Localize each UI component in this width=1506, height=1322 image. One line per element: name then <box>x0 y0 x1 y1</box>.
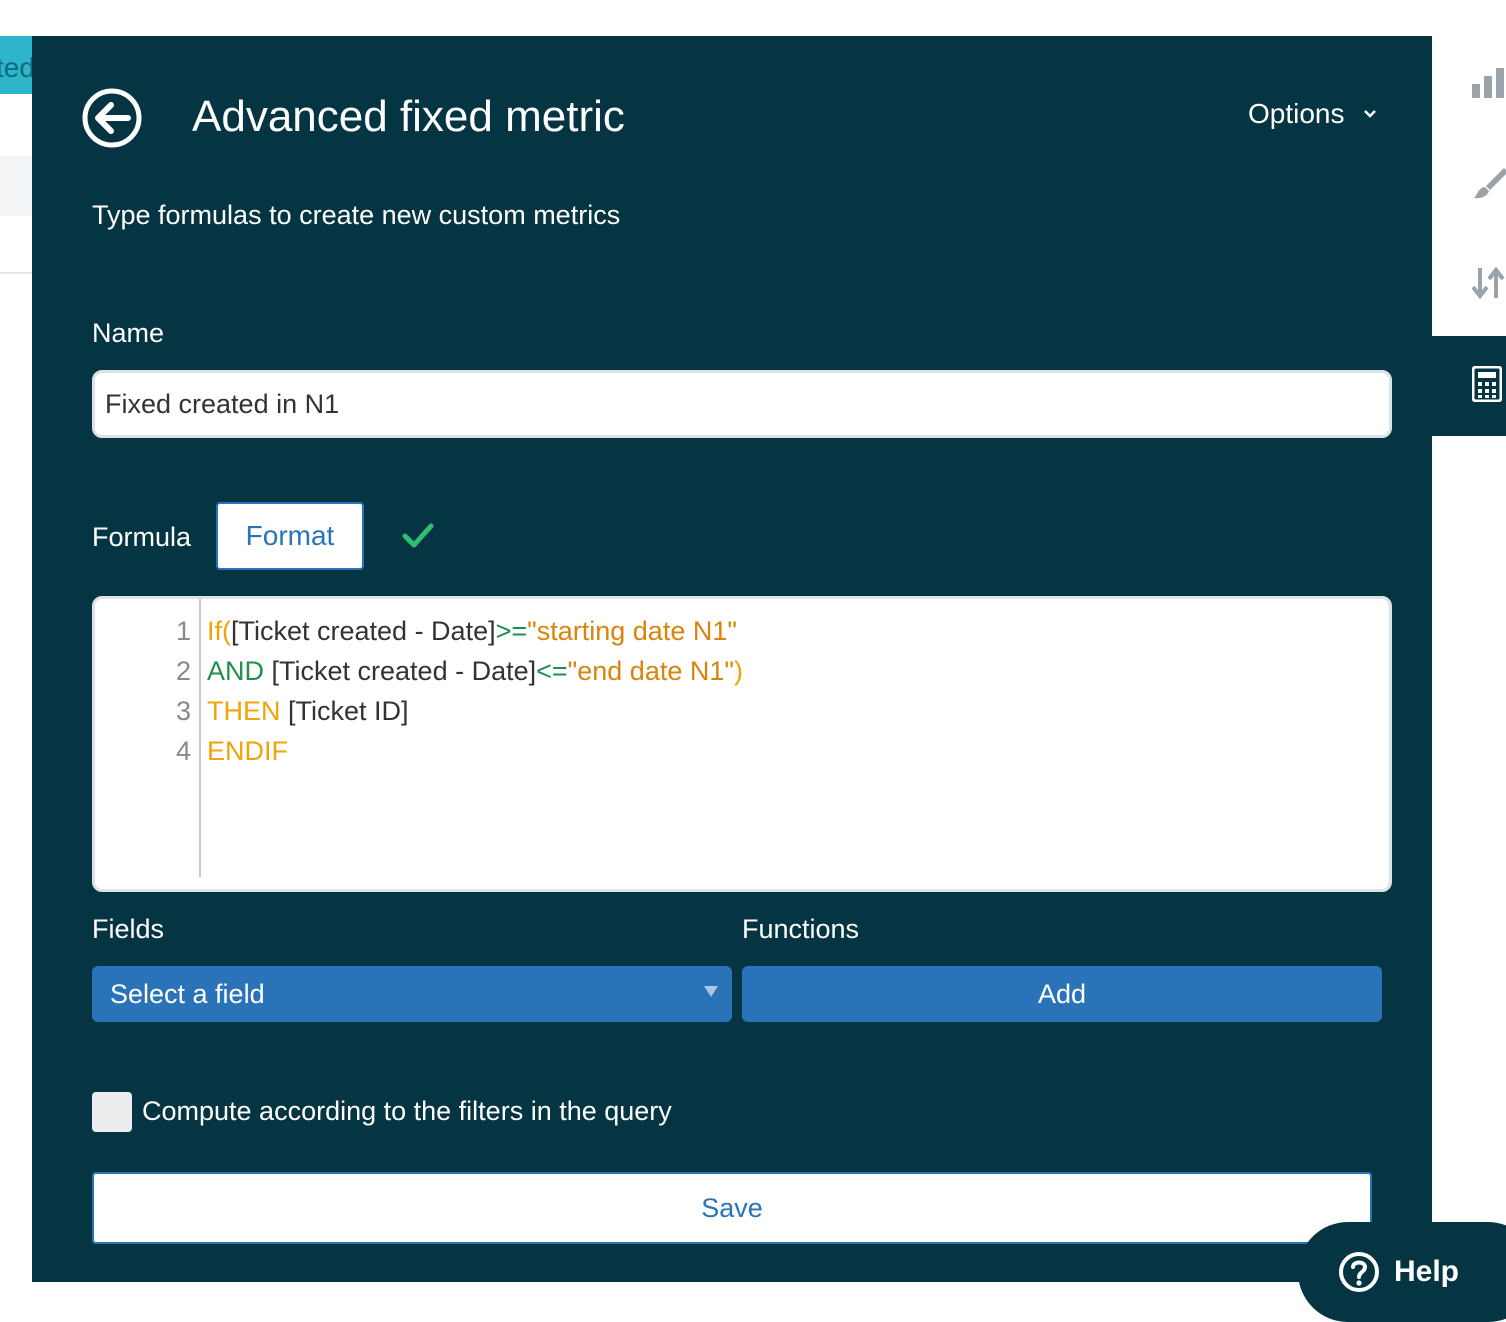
back-button[interactable] <box>80 86 144 150</box>
code-token: THEN <box>207 696 281 726</box>
caret-down-icon <box>704 986 718 997</box>
calculator-icon[interactable] <box>1471 365 1503 407</box>
code-token: AND <box>207 656 265 686</box>
code-line[interactable]: 1 If([Ticket created - Date]>="starting d… <box>95 611 1385 651</box>
field-select[interactable]: Select a field <box>92 966 732 1022</box>
add-function-button[interactable]: Add <box>742 966 1382 1022</box>
code-token: >= <box>495 616 528 646</box>
name-field[interactable] <box>92 370 1392 438</box>
functions-label: Functions <box>742 914 860 944</box>
code-token: [Ticket created - Date] <box>264 656 537 686</box>
save-button[interactable]: Save <box>92 1172 1372 1244</box>
formula-label: Formula <box>92 522 192 552</box>
code-token: ) <box>733 656 743 686</box>
compute-filters-checkbox[interactable] <box>92 1092 132 1132</box>
line-number: 2 <box>175 656 191 686</box>
line-number: 4 <box>175 736 191 766</box>
background-tab: ted <box>0 36 34 94</box>
code-line[interactable]: 2 AND [Ticket created - Date]<="end date … <box>95 651 1385 691</box>
page-title: Advanced fixed metric <box>192 92 625 141</box>
compute-filters-label[interactable]: Compute according to the filters in the … <box>142 1096 672 1127</box>
background-block <box>0 156 32 216</box>
checkmark-icon <box>402 523 434 548</box>
panel-subtitle: Type formulas to create new custom metri… <box>92 200 621 230</box>
line-number: 1 <box>175 616 191 646</box>
help-button[interactable]: Help <box>1298 1222 1506 1322</box>
help-label: Help <box>1394 1255 1460 1288</box>
code-token: "end date N1" <box>567 656 734 686</box>
code-token: <= <box>536 656 568 686</box>
options-menu[interactable]: Options <box>1248 98 1377 130</box>
formula-editor-panel: Advanced fixed metric Options Type formu… <box>32 36 1432 1282</box>
name-label: Name <box>92 318 165 348</box>
arrow-left-circle-icon <box>82 88 142 148</box>
bar-chart-icon[interactable] <box>1472 66 1506 105</box>
options-label: Options <box>1248 98 1345 129</box>
format-button[interactable]: Format <box>216 502 364 570</box>
code-token: ENDIF <box>207 736 288 766</box>
code-text: THEN [Ticket ID] <box>207 691 409 731</box>
code-token: [Ticket ID] <box>280 696 409 726</box>
code-token: If( <box>207 616 231 646</box>
background-divider <box>0 272 32 274</box>
code-token: "starting date N1" <box>527 616 737 646</box>
code-text: AND [Ticket created - Date]<="end date N… <box>207 651 743 691</box>
chevron-down-icon <box>1363 110 1376 118</box>
code-token: [Ticket created - Date] <box>231 616 496 646</box>
fields-label: Fields <box>92 914 165 944</box>
line-number: 3 <box>175 696 191 726</box>
question-circle-icon <box>1339 1252 1379 1292</box>
sort-icon[interactable] <box>1471 264 1506 307</box>
code-text: ENDIF <box>207 731 288 771</box>
field-select-value: Select a field <box>110 978 265 1009</box>
code-text: If([Ticket created - Date]>="starting da… <box>207 611 737 651</box>
code-line[interactable]: 4 ENDIF <box>95 731 1385 771</box>
code-line[interactable]: 3 THEN [Ticket ID] <box>95 691 1385 731</box>
formula-code-editor[interactable]: 1 If([Ticket created - Date]>="starting d… <box>92 596 1392 892</box>
paintbrush-icon[interactable] <box>1472 166 1506 207</box>
